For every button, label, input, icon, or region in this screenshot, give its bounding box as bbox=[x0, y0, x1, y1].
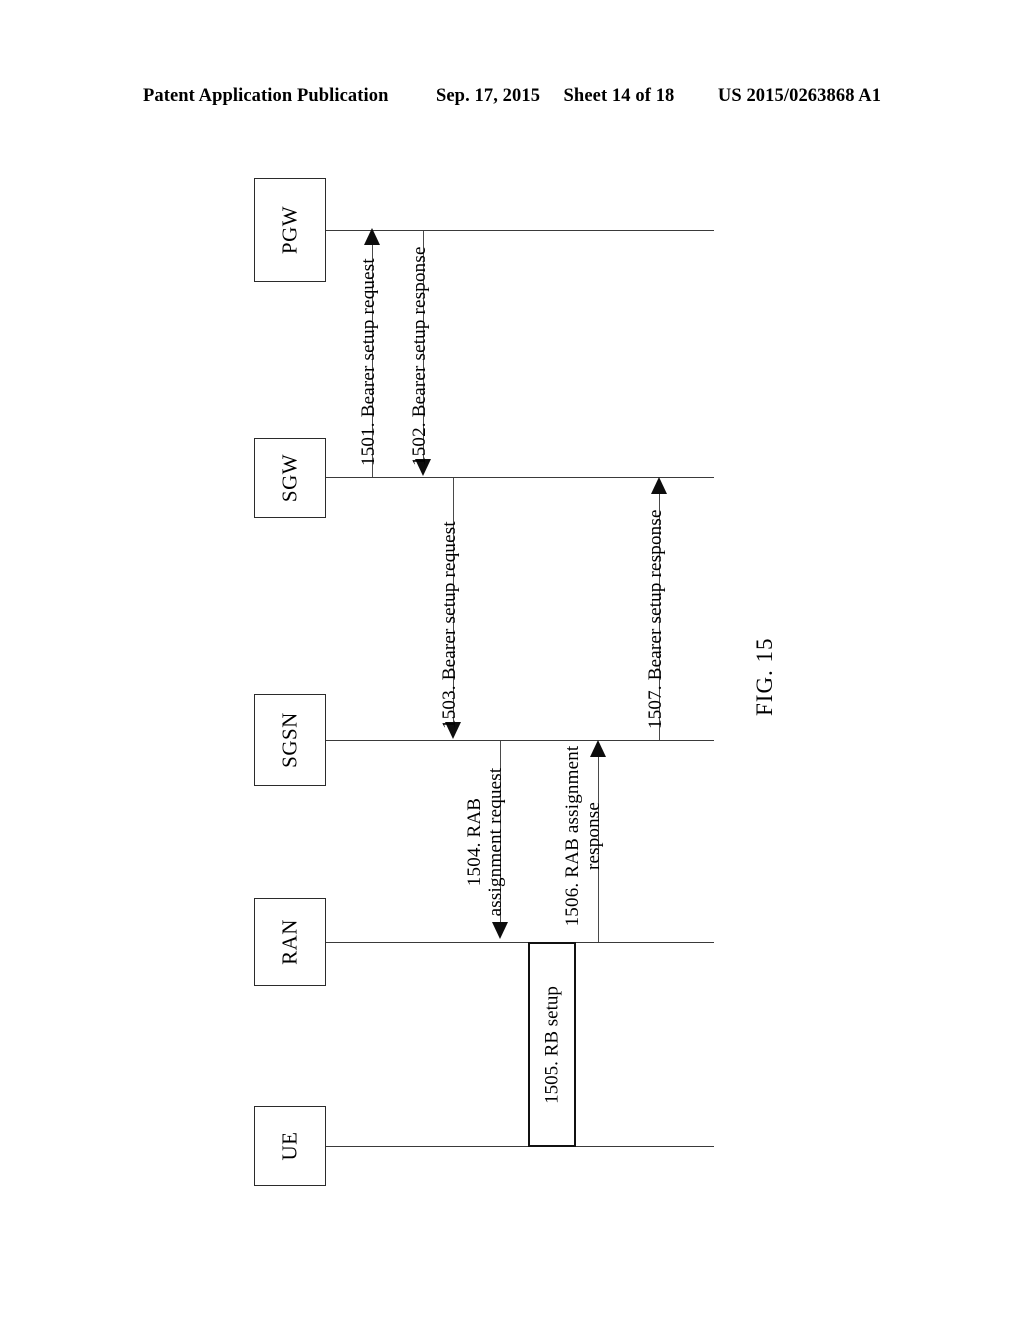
participant-label-sgw: SGW bbox=[277, 453, 302, 503]
sequence-diagram: PGW SGW SGSN RAN UE 1501. Bearer setup r… bbox=[0, 0, 1024, 1320]
participant-box-ue: UE bbox=[254, 1106, 326, 1186]
patent-figure-page: Patent Application Publication Sep. 17, … bbox=[0, 0, 1024, 1320]
participant-label-sgsn: SGSN bbox=[277, 712, 302, 768]
participant-box-ran: RAN bbox=[254, 898, 326, 986]
participant-label-ran: RAN bbox=[277, 919, 302, 965]
rb-setup-box: 1505. RB setup bbox=[528, 942, 576, 1147]
message-arrowhead-1507 bbox=[651, 477, 667, 494]
message-label-1504: 1504. RAB assignment request bbox=[464, 767, 507, 917]
message-label-1505: 1505. RB setup bbox=[541, 985, 563, 1104]
participant-box-sgsn: SGSN bbox=[254, 694, 326, 786]
lifeline-ue bbox=[326, 1146, 714, 1147]
participant-box-sgw: SGW bbox=[254, 438, 326, 518]
message-label-1506: 1506. RAB assignment response bbox=[562, 745, 605, 927]
lifeline-sgsn bbox=[326, 740, 714, 741]
figure-caption: FIG. 15 bbox=[752, 637, 777, 716]
lifeline-pgw bbox=[326, 230, 714, 231]
lifeline-ran bbox=[326, 942, 714, 943]
participant-label-ue: UE bbox=[277, 1131, 302, 1161]
message-label-1501: 1501. Bearer setup request bbox=[358, 258, 379, 466]
message-label-1503: 1503. Bearer setup request bbox=[439, 521, 460, 729]
message-label-1502: 1502. Bearer setup response bbox=[409, 246, 430, 466]
participant-box-pgw: PGW bbox=[254, 178, 326, 282]
message-label-1507: 1507. Bearer setup response bbox=[645, 509, 666, 729]
participant-label-pgw: PGW bbox=[277, 205, 302, 255]
message-arrowhead-1501 bbox=[364, 228, 380, 245]
